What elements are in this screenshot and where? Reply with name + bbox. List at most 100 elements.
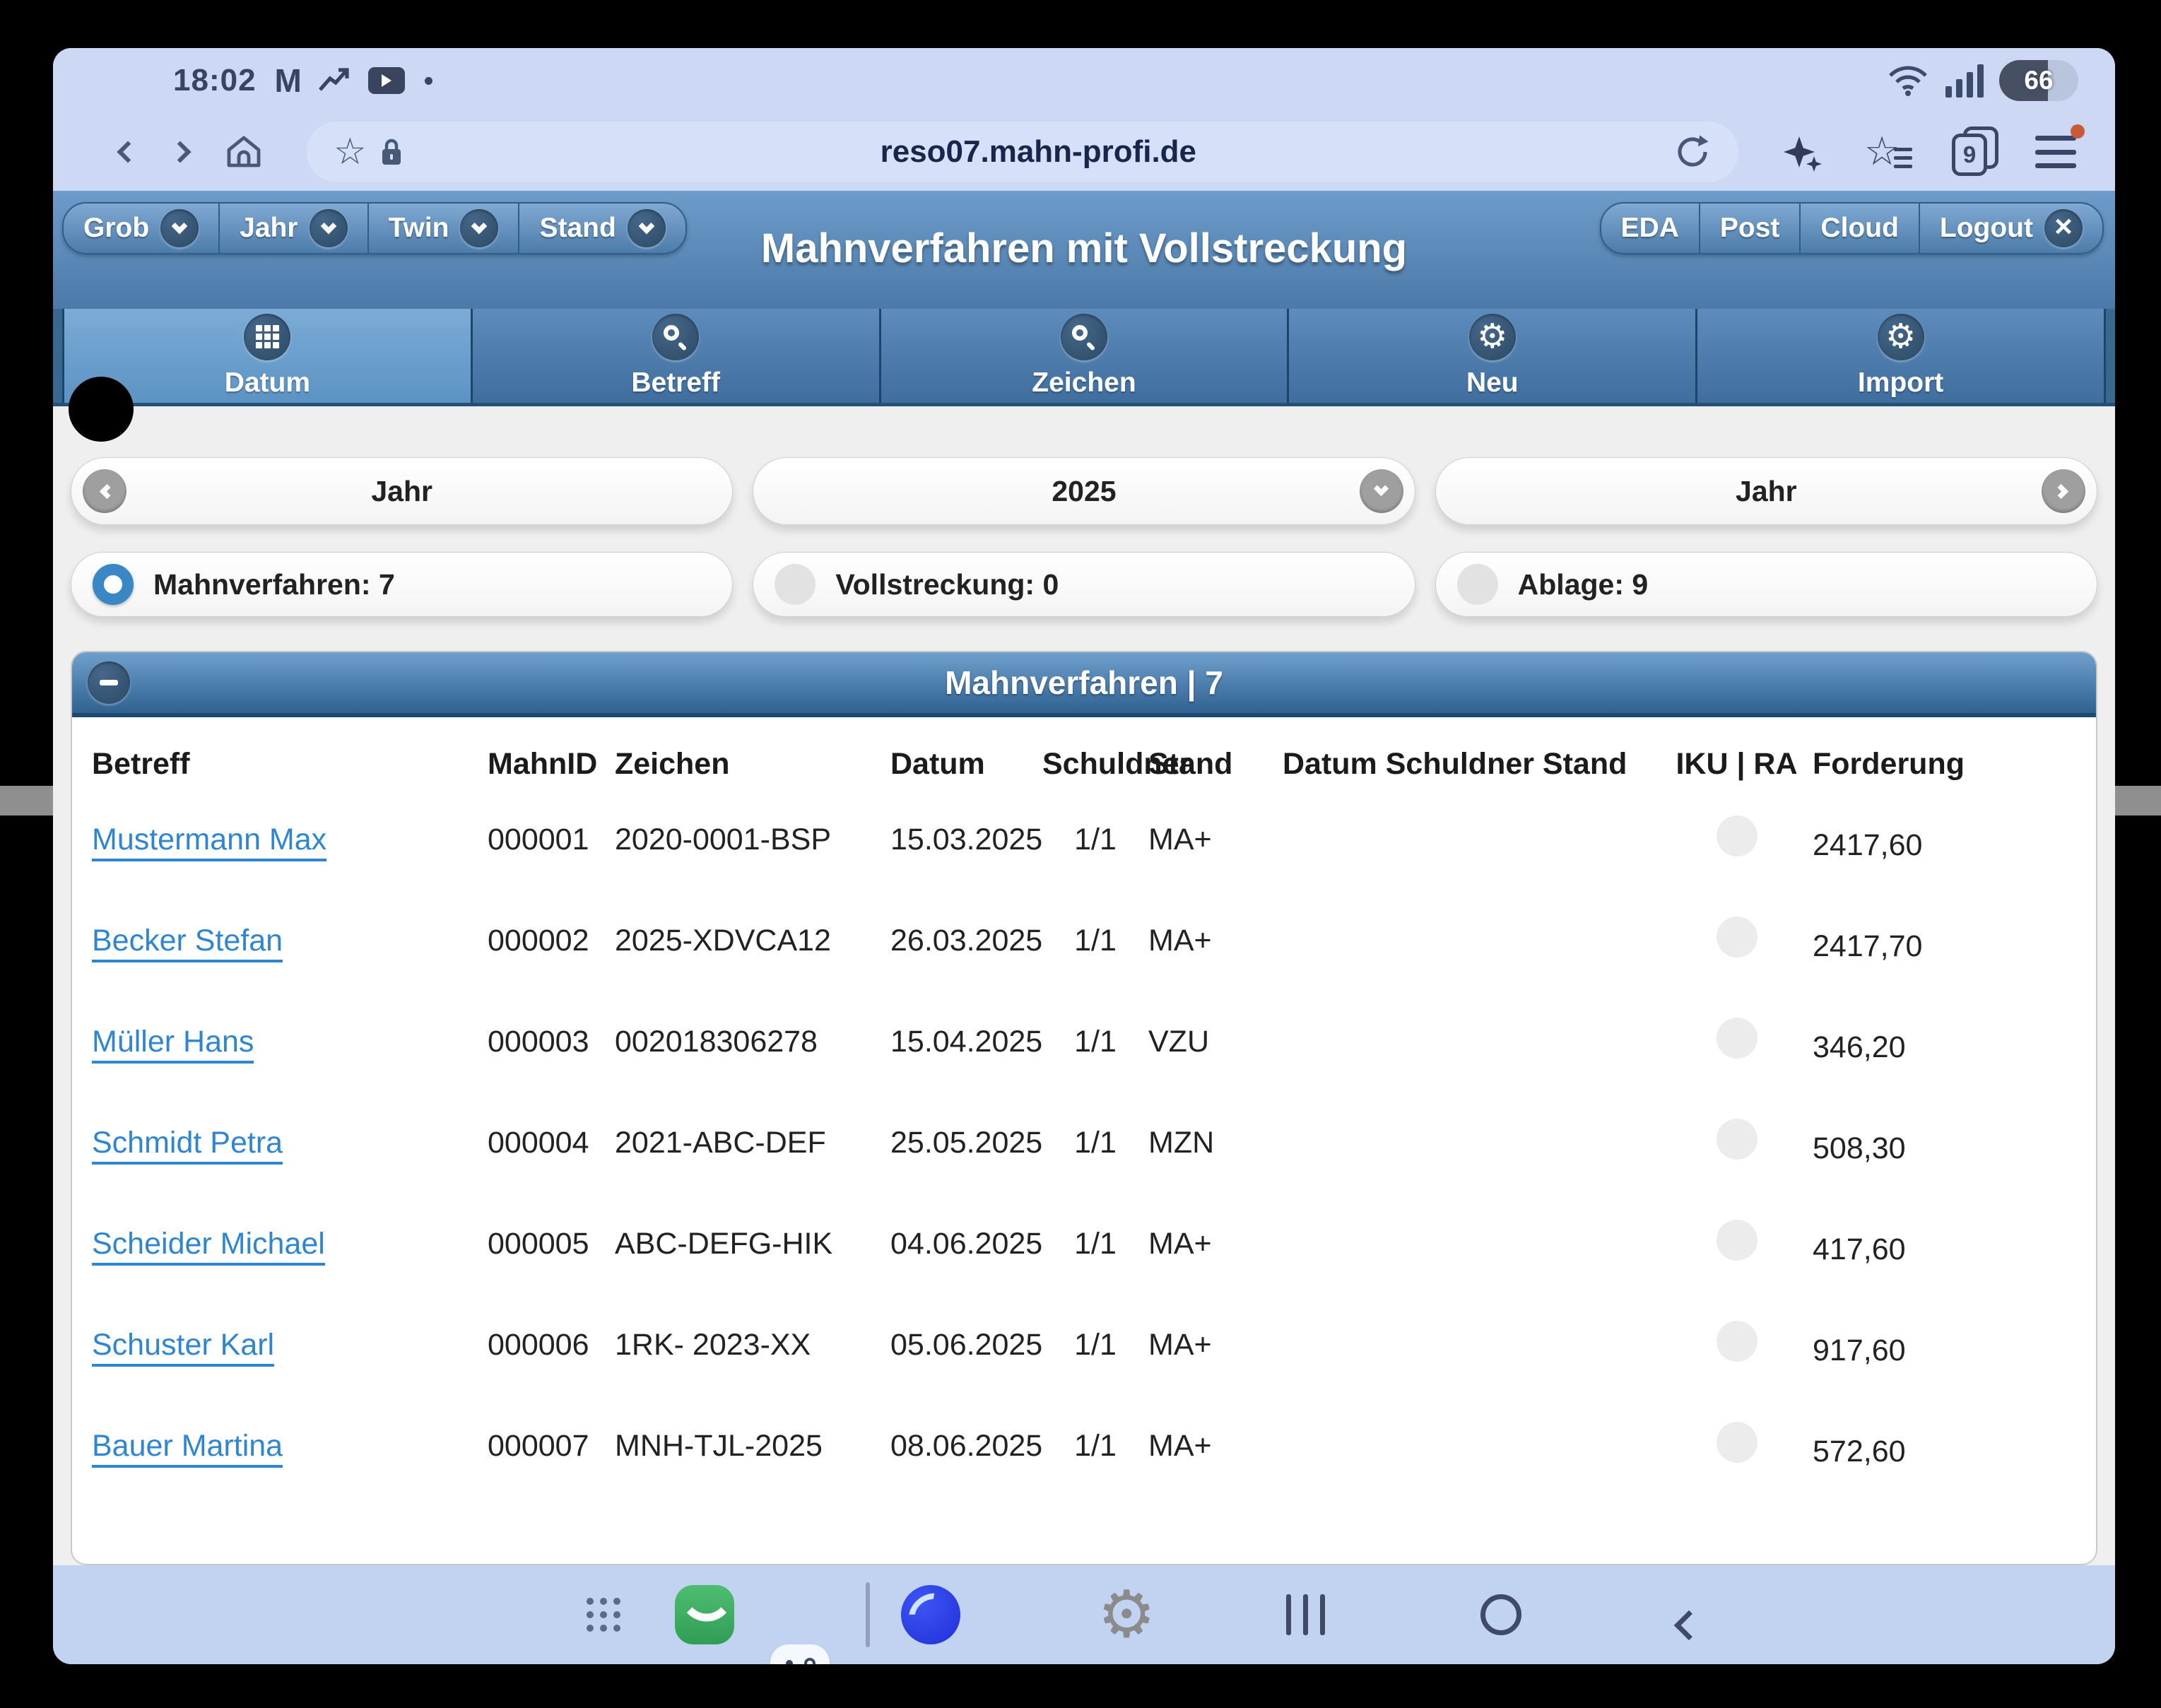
filter-mahnverfahren[interactable]: Mahnverfahren: 7 [71, 552, 733, 617]
gmail-icon: M [275, 61, 302, 100]
next-year-button[interactable]: Jahr [1435, 457, 2097, 525]
table-row: Bauer Martina 000007 MNH-TJL-2025 08.06.… [72, 1396, 2096, 1497]
iku-ra-toggle[interactable] [1717, 1220, 1757, 1261]
home-icon[interactable] [225, 133, 263, 171]
datum-cell: 15.03.2025 [890, 823, 1042, 857]
tab-zeichen[interactable]: Zeichen [881, 309, 1290, 403]
recent-apps-button[interactable] [1286, 1594, 1325, 1635]
debtor-link[interactable]: Scheider Michael [92, 1227, 325, 1266]
radio-unselected-icon[interactable] [775, 564, 815, 605]
back-icon[interactable] [117, 141, 139, 163]
logout-button[interactable]: Logout × [1920, 204, 2102, 253]
dropdown-grob[interactable]: Grob [64, 204, 220, 253]
app-header: Grob Jahr Twin Stand Mahnverfahren mit V… [53, 191, 2115, 309]
chevron-down-icon[interactable] [1360, 469, 1403, 513]
schuldner-cell: 1/1 [1042, 823, 1148, 857]
phone-app-icon[interactable] [675, 1585, 734, 1644]
tab-import[interactable]: ⚙ Import [1697, 309, 2106, 403]
battery-percent: 66 [1999, 60, 2078, 101]
iku-ra-toggle[interactable] [1717, 1422, 1757, 1463]
panel-header: Mahnverfahren | 7 [72, 652, 2096, 717]
post-button[interactable]: Post [1700, 204, 1801, 253]
datum-cell: 04.06.2025 [890, 1227, 1042, 1261]
menu-notification-dot [2071, 124, 2085, 139]
forderung-cell: 572,60 [1813, 1435, 2076, 1469]
zeichen-cell: 1RK- 2023-XX [615, 1328, 890, 1362]
tab-neu[interactable]: ⚙ Neu [1289, 309, 1697, 403]
dock-divider [866, 1582, 870, 1647]
url-text[interactable]: reso07.mahn-profi.de [404, 134, 1673, 170]
back-button[interactable] [1674, 1610, 1704, 1640]
table-row: Schmidt Petra 000004 2021-ABC-DEF 25.05.… [72, 1092, 2096, 1194]
filter-ablage[interactable]: Ablage: 9 [1435, 552, 2097, 617]
gear-icon: ⚙ [1469, 314, 1516, 360]
refresh-icon[interactable] [1673, 133, 1712, 171]
home-button[interactable] [1480, 1594, 1521, 1635]
stand-cell: MA+ [1148, 823, 1265, 857]
forward-icon[interactable] [169, 141, 191, 163]
filter-vollstreckung[interactable]: Vollstreckung: 0 [753, 552, 1415, 617]
secondary-app-icon[interactable] [770, 1644, 830, 1664]
dropdown-jahr[interactable]: Jahr [220, 204, 368, 253]
table-body: Mustermann Max 000001 2020-0001-BSP 15.0… [72, 789, 2096, 1497]
datum-cell: 15.04.2025 [890, 1025, 1042, 1059]
tab-betreff[interactable]: Betreff [473, 309, 881, 403]
schuldner-cell: 1/1 [1042, 1126, 1148, 1160]
dropdown-stand[interactable]: Stand [519, 204, 685, 253]
iku-ra-toggle[interactable] [1717, 1321, 1757, 1362]
settings-gear-icon[interactable]: ⚙ [1097, 1582, 1155, 1647]
debtor-link[interactable]: Becker Stefan [92, 924, 283, 962]
iku-ra-toggle[interactable] [1717, 815, 1757, 856]
prev-year-button[interactable]: Jahr [71, 457, 733, 525]
radio-unselected-icon[interactable] [1457, 564, 1498, 605]
android-dock: ⚙ [53, 1565, 2115, 1664]
schuldner-cell: 1/1 [1042, 1328, 1148, 1362]
stand-cell: VZU [1148, 1025, 1265, 1059]
radio-selected-icon[interactable] [93, 564, 134, 605]
browser-app-icon[interactable] [901, 1585, 960, 1644]
datum-cell: 25.05.2025 [890, 1126, 1042, 1160]
chevron-right-icon[interactable] [2042, 469, 2085, 513]
debtor-link[interactable]: Schuster Karl [92, 1328, 274, 1367]
action-button-group: EDA Post Cloud Logout × [1600, 202, 2104, 254]
device-frame: 18:02 M 66 [0, 0, 2161, 1708]
iku-ra-toggle[interactable] [1717, 917, 1757, 958]
col-datum: Datum [890, 747, 1042, 782]
datum-cell: 08.06.2025 [890, 1429, 1042, 1463]
mahnid-cell: 000002 [488, 924, 615, 958]
chevron-left-icon[interactable] [83, 469, 126, 513]
iku-ra-toggle[interactable] [1717, 1018, 1757, 1059]
bezel-band-right [2115, 786, 2161, 815]
col-betreff: Betreff [92, 747, 488, 782]
collapse-icon[interactable] [88, 661, 130, 704]
eda-button[interactable]: EDA [1601, 204, 1700, 253]
bookmarks-list-icon[interactable]: ☆ [1864, 131, 1909, 173]
table-row: Müller Hans 000003 002018306278 15.04.20… [72, 991, 2096, 1092]
debtor-link[interactable]: Mustermann Max [92, 823, 326, 861]
close-icon: × [2044, 209, 2083, 247]
forderung-cell: 346,20 [1813, 1030, 2076, 1065]
debtor-link[interactable]: Bauer Martina [92, 1429, 283, 1468]
cloud-button[interactable]: Cloud [1801, 204, 1919, 253]
year-select[interactable]: 2025 [753, 457, 1415, 525]
bezel-band-left [0, 786, 53, 815]
menu-icon[interactable] [2035, 136, 2076, 168]
tab-switcher-icon[interactable]: 9 [1952, 128, 1993, 176]
debtor-link[interactable]: Schmidt Petra [92, 1126, 283, 1165]
bookmark-star-icon[interactable]: ☆ [334, 134, 367, 170]
forderung-cell: 2417,70 [1813, 929, 2076, 964]
dropdown-twin[interactable]: Twin [369, 204, 520, 253]
ai-sparkles-icon[interactable] [1782, 132, 1822, 172]
url-bar[interactable]: ☆ reso07.mahn-profi.de [307, 122, 1738, 182]
debtor-link[interactable]: Müller Hans [92, 1025, 254, 1064]
datum-cell: 26.03.2025 [890, 924, 1042, 958]
col-datum-schuldner-stand-2: Datum Schuldner Stand [1265, 747, 1661, 782]
table-row: Scheider Michael 000005 ABC-DEFG-HIK 04.… [72, 1194, 2096, 1295]
forderung-cell: 417,60 [1813, 1232, 2076, 1267]
tablet-screen: 18:02 M 66 [53, 48, 2115, 1664]
app-drawer-icon[interactable] [587, 1598, 620, 1632]
iku-ra-toggle[interactable] [1717, 1119, 1757, 1160]
main-content: Jahr 2025 Jahr Mahnverfahren: 7 [53, 406, 2115, 1565]
grid-icon [244, 314, 290, 360]
forderung-cell: 508,30 [1813, 1131, 2076, 1166]
